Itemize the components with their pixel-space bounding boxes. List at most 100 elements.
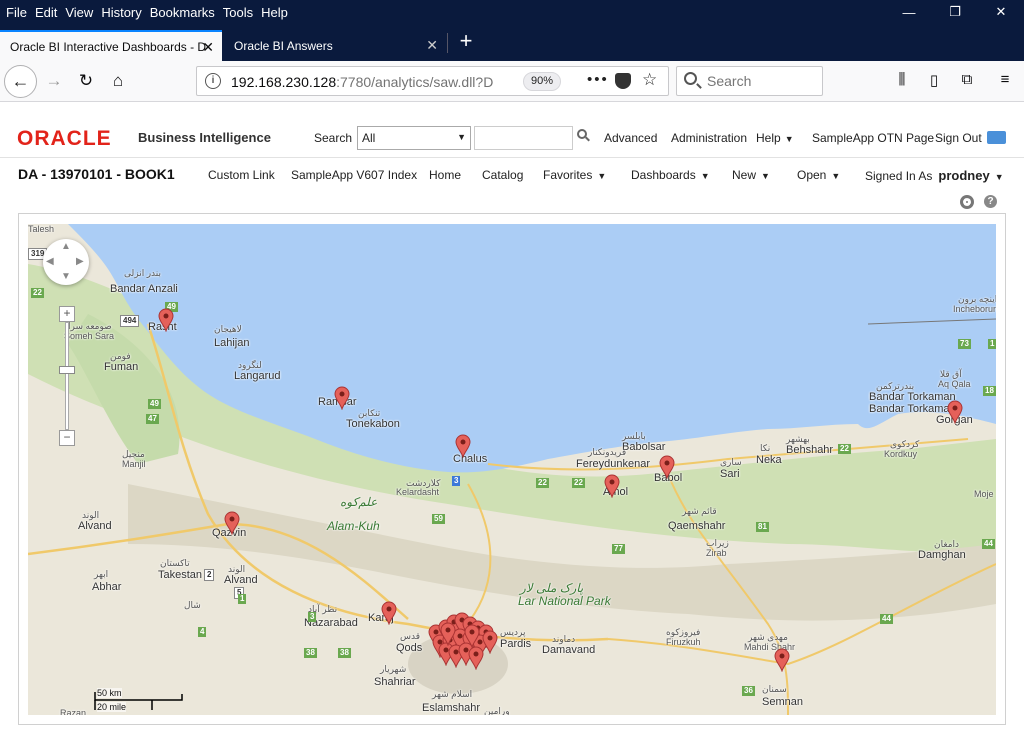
map-pin-marker[interactable]	[947, 400, 963, 424]
map-pin-marker[interactable]	[381, 601, 397, 625]
map-pin-marker[interactable]	[774, 648, 790, 672]
app-switcher-icon[interactable]	[987, 131, 1006, 144]
user-menu[interactable]: Signed In As prodney ▼	[865, 168, 1004, 183]
screenshot-icon[interactable]: ⧉	[957, 71, 977, 91]
map-view[interactable]: Talesh بندر انزلی Bandar Anzali Rasht صومعه …	[28, 224, 996, 715]
restore-button[interactable]: ❐	[932, 0, 978, 24]
administration-link[interactable]: Administration	[671, 131, 747, 145]
minimize-button[interactable]: —	[886, 0, 932, 24]
tab-answers[interactable]: Oracle BI Answers ✕	[224, 30, 446, 61]
map-pin-marker[interactable]	[455, 434, 471, 458]
advanced-link[interactable]: Advanced	[604, 131, 657, 145]
close-window-button[interactable]: ✕	[978, 0, 1024, 24]
new-menu[interactable]: New ▼	[732, 168, 770, 182]
catalog-search-button[interactable]	[577, 129, 591, 143]
menu-history[interactable]: History	[95, 5, 141, 20]
reload-button[interactable]: ↻	[74, 69, 98, 93]
road-number-shield: 22	[838, 444, 851, 454]
help-label: Help	[756, 131, 781, 145]
page-utility-icons: ?	[960, 195, 997, 209]
favorites-menu[interactable]: Favorites ▼	[543, 168, 606, 182]
new-tab-button[interactable]: +	[454, 30, 478, 54]
reload-icon: ↻	[78, 71, 94, 90]
road-number-shield: 47	[146, 414, 159, 424]
custom-link[interactable]: Custom Link	[208, 168, 275, 182]
help-icon[interactable]: ?	[984, 195, 997, 208]
dashboards-menu[interactable]: Dashboards ▼	[631, 168, 710, 182]
search-icon	[684, 72, 697, 85]
forward-button[interactable]: →	[42, 69, 66, 93]
catalog-search-input[interactable]	[474, 126, 573, 150]
map-place-label: نکا	[760, 443, 771, 453]
map-place-label: Lahijan	[214, 337, 250, 349]
map-place-label: علم‌کوه	[340, 495, 378, 509]
pan-left-icon[interactable]: ◀	[46, 256, 54, 267]
map-pin-marker[interactable]	[482, 630, 498, 654]
browser-search-box[interactable]	[676, 66, 823, 96]
home-button[interactable]: ⌂	[106, 69, 130, 93]
map-pin-marker[interactable]	[468, 646, 484, 670]
zoom-slider-track[interactable]	[65, 322, 69, 430]
zoom-in-button[interactable]: +	[59, 306, 75, 322]
road-number-shield: 49	[148, 399, 161, 409]
menu-bar: File Edit View History Bookmarks Tools H…	[0, 0, 1024, 24]
map-place-label: پارک ملی لار	[520, 581, 584, 595]
dropdown-caret-icon: ▼	[457, 132, 466, 142]
otn-page-link[interactable]: SampleApp OTN Page	[812, 131, 934, 145]
map-pin-marker[interactable]	[604, 474, 620, 498]
tab-bar: Oracle BI Interactive Dashboards - D ✕ O…	[0, 24, 1024, 61]
home-link[interactable]: Home	[429, 168, 461, 182]
help-menu[interactable]: Help ▼	[756, 131, 794, 145]
back-button[interactable]: ←	[4, 65, 37, 98]
zoom-level-badge[interactable]: 90%	[523, 72, 562, 91]
gear-icon[interactable]	[960, 195, 974, 209]
tab-dashboards[interactable]: Oracle BI Interactive Dashboards - D ✕	[0, 30, 222, 61]
menu-tools[interactable]: Tools	[217, 5, 253, 20]
browser-search-input[interactable]	[707, 73, 817, 89]
pan-up-icon[interactable]: ▲	[61, 241, 71, 252]
map-place-label: شال	[184, 600, 201, 610]
search-scope-select[interactable]: All ▼	[357, 126, 471, 150]
sampleapp-index-link[interactable]: SampleApp V607 Index	[291, 168, 417, 182]
close-tab-icon[interactable]: ✕	[426, 37, 438, 54]
map-place-label: Talesh	[28, 224, 55, 234]
menu-file[interactable]: File	[0, 5, 27, 20]
url-text[interactable]: 192.168.230.128:7780/analytics/saw.dll?D	[231, 74, 493, 90]
sign-out-link[interactable]: Sign Out	[935, 131, 982, 145]
menu-edit[interactable]: Edit	[29, 5, 57, 20]
open-menu[interactable]: Open ▼	[797, 168, 840, 182]
menu-help[interactable]: Help	[255, 5, 288, 20]
pan-down-icon[interactable]: ▼	[61, 271, 71, 282]
close-tab-icon[interactable]: ✕	[202, 39, 214, 56]
map-pin-marker[interactable]	[158, 308, 174, 332]
zoom-out-button[interactable]: −	[59, 430, 75, 446]
menu-view[interactable]: View	[59, 5, 93, 20]
dashboards-label: Dashboards	[631, 168, 696, 182]
url-path: :7780/analytics/saw.dll?D	[336, 74, 494, 90]
dropdown-caret-icon: ▼	[761, 171, 770, 181]
page-actions-icon[interactable]: •••	[587, 71, 609, 88]
map-place-label: Langarud	[234, 370, 281, 382]
menu-bookmarks[interactable]: Bookmarks	[144, 5, 215, 20]
map-pin-marker[interactable]	[224, 511, 240, 535]
favorites-label: Favorites	[543, 168, 593, 182]
map-pin-marker[interactable]	[334, 386, 350, 410]
pocket-icon[interactable]	[615, 73, 631, 89]
map-pin-marker[interactable]	[440, 622, 456, 646]
dashboard-title: DA - 13970101 - BOOK1	[18, 166, 175, 182]
bookmark-star-icon[interactable]: ☆	[642, 70, 657, 90]
hamburger-menu-icon[interactable]: ≡	[995, 71, 1015, 91]
map-place-label: Zirab	[706, 548, 727, 558]
map-place-label: قائم شهر	[682, 506, 717, 516]
map-place-label: قدس	[400, 631, 421, 641]
sidebar-icon[interactable]: ▯	[924, 71, 944, 91]
catalog-link[interactable]: Catalog	[482, 168, 523, 182]
map-pin-marker[interactable]	[659, 455, 675, 479]
site-info-icon[interactable]: i	[205, 73, 221, 89]
url-bar[interactable]: i 192.168.230.128:7780/analytics/saw.dll…	[196, 66, 669, 96]
library-icon[interactable]: ⫼	[892, 71, 912, 91]
map-pin-marker[interactable]	[464, 624, 480, 648]
map-pan-control[interactable]: ▲ ▼ ◀ ▶	[43, 239, 89, 285]
zoom-slider-thumb[interactable]	[59, 366, 75, 374]
pan-right-icon[interactable]: ▶	[76, 256, 84, 267]
